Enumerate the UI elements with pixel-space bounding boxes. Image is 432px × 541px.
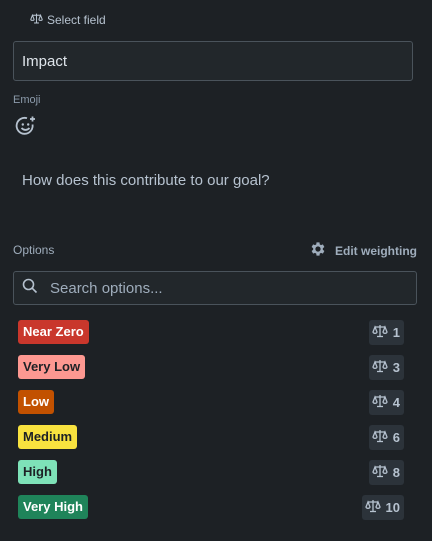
option-chip[interactable]: Very Low [18,355,86,379]
option-row: Very Low 3 [18,355,404,390]
field-name-input[interactable] [13,41,413,81]
option-list: Near Zero 1 Very Low 3 Low 4 Medium 6 Hi… [18,320,404,530]
edit-weighting-button[interactable]: Edit weighting [309,240,417,261]
weight-badge[interactable]: 4 [368,390,404,415]
add-emoji-icon [15,116,37,141]
option-chip[interactable]: Near Zero [18,320,89,344]
option-row: Very High 10 [18,495,404,530]
select-field-link[interactable]: Select field [30,12,106,28]
search-icon [22,278,38,299]
weight-badge[interactable]: 10 [361,495,404,520]
option-chip[interactable]: Very High [18,495,88,519]
scale-icon [30,12,43,28]
scale-icon [372,323,388,342]
field-editor-panel: Select field Emoji How does this contrib… [0,0,432,541]
search-options-input[interactable] [48,278,392,298]
weight-value: 6 [392,430,400,445]
options-label: Options [13,243,55,257]
emoji-label: Emoji [13,94,41,106]
weight-value: 3 [392,360,400,375]
gear-icon [309,240,327,261]
search-options-field[interactable] [13,271,417,305]
option-chip[interactable]: Medium [18,425,78,449]
scale-icon [372,463,388,482]
weight-value: 4 [392,395,400,410]
scale-icon [372,428,388,447]
scale-icon [364,498,381,517]
scale-icon [372,393,388,412]
option-row: Medium 6 [18,425,404,460]
edit-weighting-label: Edit weighting [335,243,417,258]
option-chip[interactable]: High [18,460,57,484]
scale-icon [372,358,388,377]
weight-value: 10 [385,500,400,515]
add-emoji-button[interactable] [15,115,37,137]
weight-badge[interactable]: 6 [368,425,404,450]
option-chip[interactable]: Low [18,390,54,414]
field-description[interactable]: How does this contribute to our goal? [22,172,270,189]
option-row: Near Zero 1 [18,320,404,355]
weight-badge[interactable]: 3 [368,355,404,380]
weight-value: 8 [392,465,400,480]
option-row: Low 4 [18,390,404,425]
weight-value: 1 [392,325,400,340]
option-row: High 8 [18,460,404,495]
weight-badge[interactable]: 8 [368,460,404,485]
weight-badge[interactable]: 1 [368,320,404,345]
select-field-label: Select field [47,13,106,27]
